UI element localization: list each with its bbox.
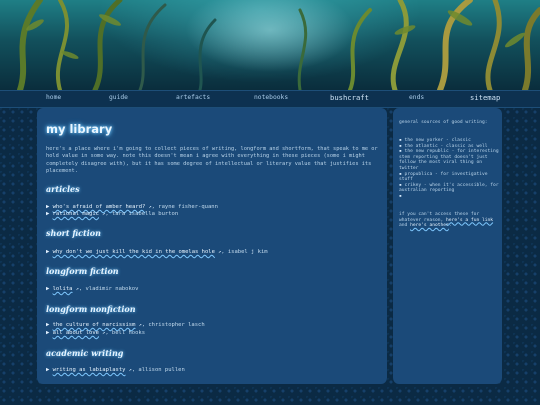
book-link[interactable]: the culture of narcissism (53, 322, 136, 328)
article-link[interactable]: who's afraid of amber heard? (53, 204, 146, 210)
book-link[interactable]: all about love (53, 330, 99, 336)
access-note: if you can't access these for whatever r… (399, 212, 497, 229)
essay-link[interactable]: writing as labiaplasty (53, 367, 126, 373)
bullet-icon: ▶ (46, 367, 50, 373)
list-item: ▶ writing as labiaplasty ↗, allison pull… (46, 367, 185, 373)
section-heading-articles: articles (46, 184, 80, 194)
author-name: , isabel j kim (221, 249, 268, 255)
intro-text: here's a place where i'm going to collec… (46, 146, 378, 174)
nav-artefacts[interactable]: artefacts (176, 94, 210, 101)
kelp-illustration (17, 0, 540, 90)
list-item: ▶ who's afraid of amber heard? ↗, rayne … (46, 204, 218, 210)
list-item: ▶ why don't we just kill the kid in the … (46, 249, 268, 255)
kelp-forest-banner (0, 0, 540, 90)
nav-home[interactable]: home (46, 94, 61, 101)
access-note-text: . (448, 223, 452, 229)
author-name: , allison pullen (131, 367, 185, 373)
bullet-icon: ▶ (46, 204, 50, 210)
list-item: ▶ all about love ↗, bell hooks (46, 330, 145, 336)
source-item: the new republic - for interesting stem … (399, 149, 499, 171)
fun-link[interactable]: here's a fun link (446, 218, 493, 223)
author-name: , bell hooks (105, 330, 146, 336)
author-name: , christopher lasch (141, 322, 205, 328)
sidebar-heading: general sources of good writing: (399, 120, 488, 125)
book-link[interactable]: lolita (53, 286, 73, 292)
nav-sitemap[interactable]: sitemap (470, 93, 500, 102)
section-heading-academic-writing: academic writing (46, 348, 124, 358)
bullet-icon: ▶ (46, 211, 50, 217)
author-name: , vladimir nabokov (78, 286, 139, 292)
section-heading-short-fiction: short fiction (46, 228, 101, 238)
author-name: , tara isabella burton (105, 211, 179, 217)
section-heading-longform-fiction: longform fiction (46, 266, 119, 276)
another-link[interactable]: here's another (410, 223, 449, 228)
bullet-icon: ▶ (46, 330, 50, 336)
bullet-icon: ▶ (46, 286, 50, 292)
story-link[interactable]: why don't we just kill the kid in the om… (53, 249, 215, 255)
source-item: propublica - for investigative stuff (399, 172, 499, 183)
top-navigation: home guide artefacts notebooks bushcraft… (0, 90, 540, 108)
list-item: ▶ the culture of narcissism ↗, christoph… (46, 322, 205, 328)
library-panel: my library here's a place where i'm goin… (37, 108, 387, 384)
article-link[interactable]: rational magic (53, 211, 99, 217)
nav-guide[interactable]: guide (109, 94, 128, 101)
source-item: crikey - when it's accessible, for austr… (399, 183, 499, 194)
source-item (399, 194, 499, 200)
access-note-text: and (399, 223, 411, 229)
list-item: ▶ lolita ↗, vladimir nabokov (46, 286, 138, 292)
section-heading-longform-nonfiction: longform nonfiction (46, 304, 136, 314)
nav-ends[interactable]: ends (409, 94, 424, 101)
bullet-icon: ▶ (46, 249, 50, 255)
bullet-icon: ▶ (46, 322, 50, 328)
nav-bushcraft[interactable]: bushcraft (330, 93, 369, 102)
page-title: my library (46, 122, 113, 136)
sources-sidebar: general sources of good writing: the new… (393, 108, 502, 384)
author-name: , rayne fisher-quann (151, 204, 218, 210)
sources-list: the new yorker - classic the atlantic - … (399, 138, 499, 200)
nav-notebooks[interactable]: notebooks (254, 94, 288, 101)
list-item: ▶ rational magic ↗, tara isabella burton (46, 211, 178, 217)
